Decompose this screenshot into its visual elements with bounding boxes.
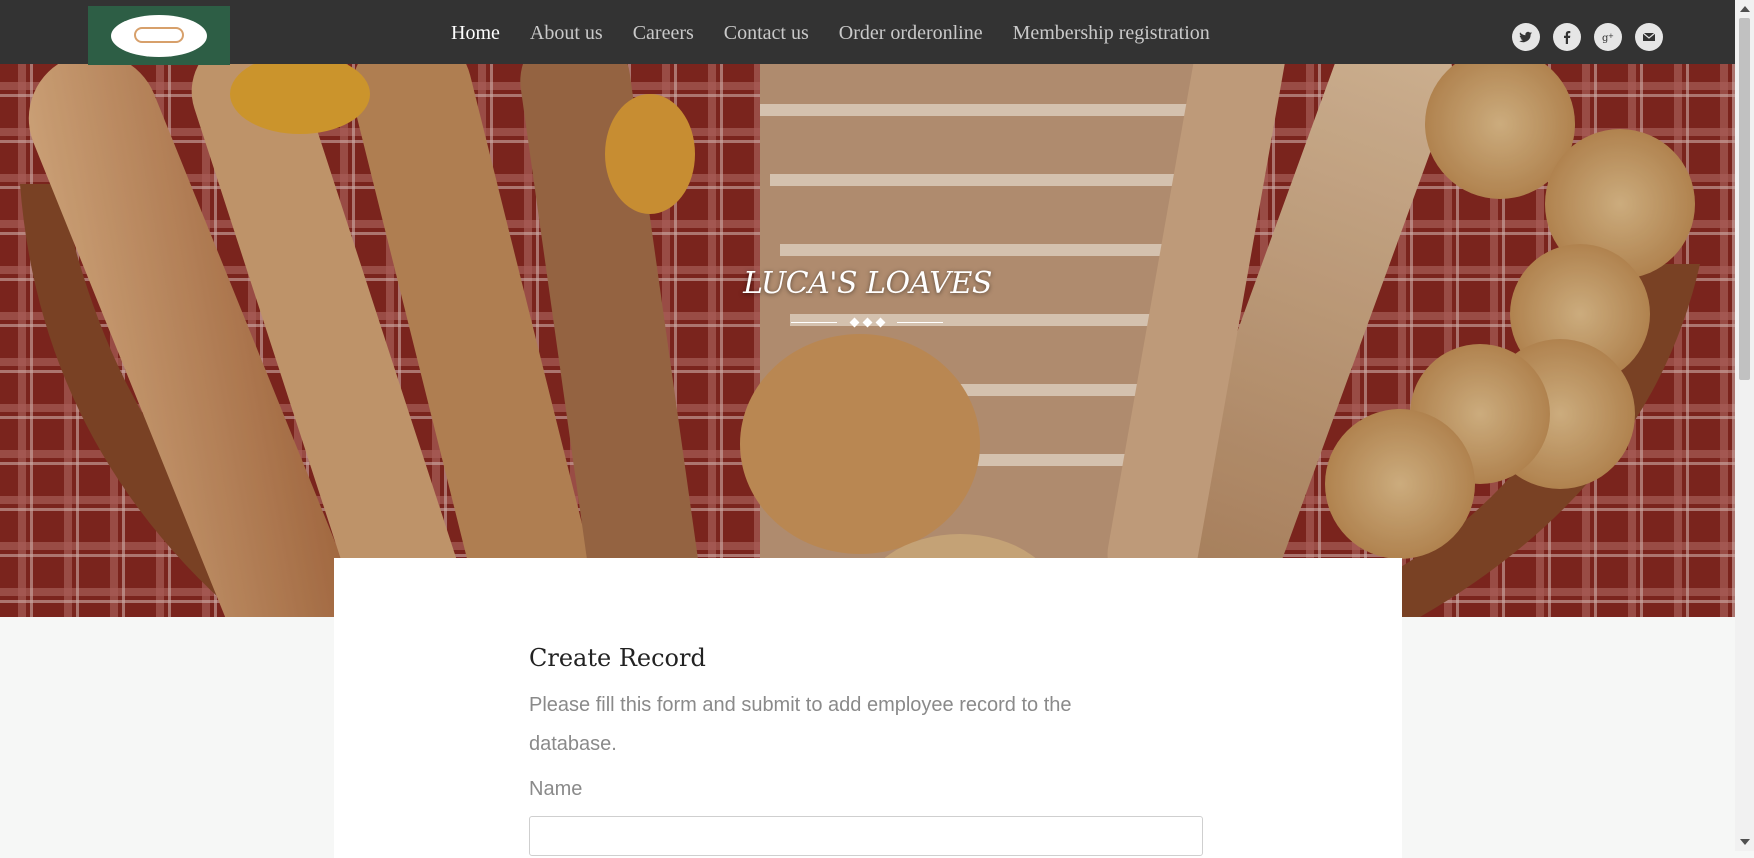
twitter-icon[interactable] [1512, 23, 1540, 51]
nav-home[interactable]: Home [451, 22, 500, 45]
scroll-down-arrow-icon[interactable] [1740, 839, 1750, 845]
page-scrollbar[interactable] [1735, 0, 1754, 851]
main-menu: Home About us Careers Contact us Order o… [451, 22, 1210, 45]
name-input[interactable] [529, 816, 1203, 856]
divider-line-left [791, 321, 837, 323]
nav-about-us[interactable]: About us [530, 22, 603, 45]
bread-icon [134, 26, 184, 43]
divider-line-right [897, 321, 943, 323]
top-navbar: Home About us Careers Contact us Order o… [0, 0, 1735, 65]
email-icon[interactable] [1635, 23, 1663, 51]
nav-order-online[interactable]: Order orderonline [839, 22, 983, 45]
form-title: Create Record [529, 644, 706, 672]
google-plus-icon[interactable]: g + [1594, 23, 1622, 51]
social-links: g + [1512, 23, 1663, 51]
facebook-icon[interactable] [1553, 23, 1581, 51]
nav-membership-registration[interactable]: Membership registration [1013, 22, 1210, 45]
scroll-up-arrow-icon[interactable] [1740, 6, 1750, 12]
scrollbar-thumb[interactable] [1739, 18, 1750, 380]
svg-text:+: + [1608, 32, 1614, 40]
nav-careers[interactable]: Careers [633, 22, 694, 45]
name-field-label: Name [529, 778, 583, 800]
nav-contact-us[interactable]: Contact us [724, 22, 809, 45]
hero-title: LUCA'S LOAVES [743, 266, 992, 301]
hero-bread-photo [0, 64, 1735, 617]
create-record-card: Create Record Please fill this form and … [334, 558, 1402, 858]
logo-emblem [111, 14, 207, 57]
site-logo[interactable] [88, 6, 230, 65]
form-description: Please fill this form and submit to add … [529, 694, 1072, 755]
hero-banner: LUCA'S LOAVES [0, 64, 1735, 617]
diamond-ornament-icon [849, 317, 885, 327]
hero-divider [791, 316, 943, 328]
